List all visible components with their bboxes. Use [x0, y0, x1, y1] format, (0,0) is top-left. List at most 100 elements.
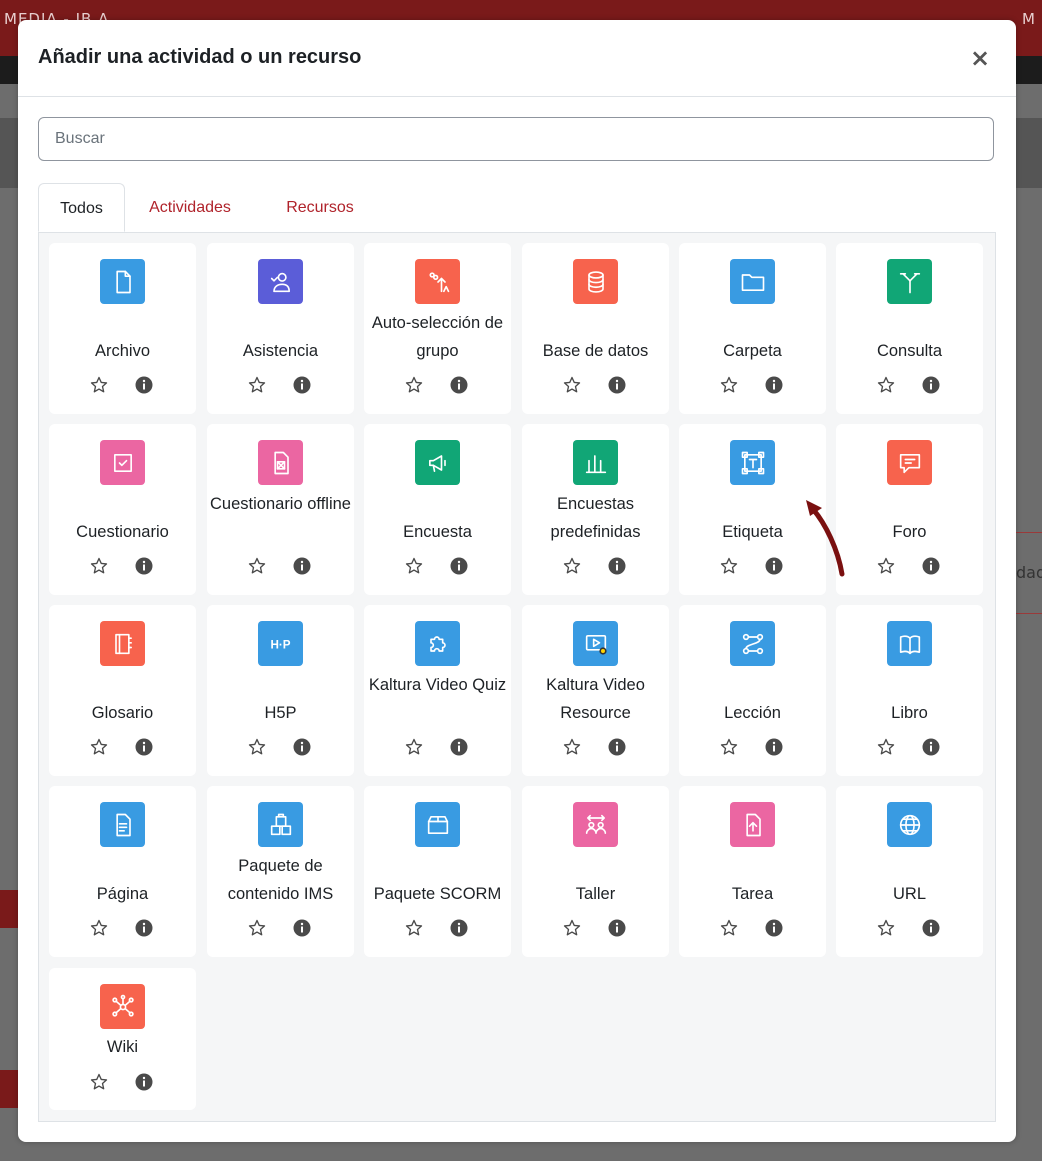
- info-icon[interactable]: [293, 376, 311, 394]
- star-icon[interactable]: [404, 556, 424, 576]
- star-icon[interactable]: [562, 737, 582, 757]
- star-icon[interactable]: [89, 918, 109, 938]
- info-icon[interactable]: [135, 738, 153, 756]
- activity-label: URL: [892, 885, 926, 903]
- activity-card[interactable]: Encuestas predefinidas: [522, 424, 669, 595]
- info-icon[interactable]: [922, 738, 940, 756]
- activity-card[interactable]: Taller: [522, 786, 669, 957]
- info-icon[interactable]: [765, 376, 783, 394]
- info-icon[interactable]: [293, 738, 311, 756]
- info-icon[interactable]: [765, 919, 783, 937]
- info-icon[interactable]: [450, 738, 468, 756]
- video-icon: [573, 621, 618, 666]
- activity-card[interactable]: Tarea: [679, 786, 826, 957]
- activity-card[interactable]: Cuestionario offline: [207, 424, 354, 595]
- activity-card[interactable]: Encuesta: [364, 424, 511, 595]
- star-icon[interactable]: [247, 375, 267, 395]
- star-icon[interactable]: [247, 556, 267, 576]
- star-icon[interactable]: [876, 375, 896, 395]
- star-icon[interactable]: [719, 375, 739, 395]
- star-icon[interactable]: [876, 556, 896, 576]
- activity-card[interactable]: Archivo: [49, 243, 196, 414]
- star-icon[interactable]: [404, 375, 424, 395]
- survey-icon: [415, 440, 460, 485]
- activity-card[interactable]: Carpeta: [679, 243, 826, 414]
- activity-card[interactable]: Lección: [679, 605, 826, 776]
- activity-card[interactable]: Asistencia: [207, 243, 354, 414]
- info-icon[interactable]: [135, 919, 153, 937]
- star-icon[interactable]: [562, 375, 582, 395]
- info-icon[interactable]: [608, 376, 626, 394]
- star-icon[interactable]: [719, 918, 739, 938]
- info-icon[interactable]: [608, 738, 626, 756]
- activity-label: Encuesta: [403, 523, 472, 541]
- background-menu-letter: M: [1022, 10, 1035, 28]
- background-red-tab: [0, 890, 18, 928]
- activity-card[interactable]: Foro: [836, 424, 983, 595]
- star-icon[interactable]: [562, 918, 582, 938]
- star-icon[interactable]: [89, 1072, 109, 1092]
- activity-label: Encuestas predefinidas: [550, 495, 641, 541]
- star-icon[interactable]: [404, 918, 424, 938]
- star-icon[interactable]: [719, 737, 739, 757]
- folder-icon: [730, 259, 775, 304]
- tab-todos[interactable]: Todos: [38, 183, 125, 232]
- star-icon[interactable]: [89, 737, 109, 757]
- quiz-icon: [100, 440, 145, 485]
- activity-card[interactable]: Base de datos: [522, 243, 669, 414]
- info-icon[interactable]: [765, 738, 783, 756]
- activity-card[interactable]: URL: [836, 786, 983, 957]
- info-icon[interactable]: [450, 376, 468, 394]
- star-icon[interactable]: [247, 737, 267, 757]
- ims-package-icon: [258, 802, 303, 847]
- activity-card[interactable]: Kaltura Video Quiz: [364, 605, 511, 776]
- info-icon[interactable]: [608, 919, 626, 937]
- info-icon[interactable]: [135, 557, 153, 575]
- activity-label: Carpeta: [723, 342, 782, 360]
- info-icon[interactable]: [922, 557, 940, 575]
- star-icon[interactable]: [89, 375, 109, 395]
- activity-label: Tarea: [731, 885, 774, 903]
- star-icon[interactable]: [404, 737, 424, 757]
- info-icon[interactable]: [293, 557, 311, 575]
- star-icon[interactable]: [562, 556, 582, 576]
- info-icon[interactable]: [135, 1073, 153, 1091]
- info-icon[interactable]: [922, 919, 940, 937]
- activity-label: Cuestionario: [76, 523, 169, 541]
- add-activity-modal: Añadir una actividad o un recurso × Todo…: [18, 20, 1016, 1142]
- activity-label: H5P: [264, 704, 297, 722]
- offline-quiz-icon: [258, 440, 303, 485]
- info-icon[interactable]: [450, 557, 468, 575]
- activity-card[interactable]: Cuestionario: [49, 424, 196, 595]
- page-icon: [100, 802, 145, 847]
- activity-card[interactable]: Glosario: [49, 605, 196, 776]
- activity-card[interactable]: Wiki: [49, 968, 196, 1110]
- close-button[interactable]: ×: [968, 44, 992, 72]
- info-icon[interactable]: [293, 919, 311, 937]
- activity-label: Wiki: [106, 1038, 139, 1056]
- info-icon[interactable]: [135, 376, 153, 394]
- activity-card[interactable]: Libro: [836, 605, 983, 776]
- star-icon[interactable]: [876, 918, 896, 938]
- annotation-arrow: [806, 500, 845, 577]
- activity-card[interactable]: H·P H5P: [207, 605, 354, 776]
- search-input[interactable]: [53, 118, 977, 160]
- activity-card[interactable]: Página: [49, 786, 196, 957]
- activity-card[interactable]: Auto-selección de grupo: [364, 243, 511, 414]
- activity-label: Taller: [575, 885, 616, 903]
- info-icon[interactable]: [608, 557, 626, 575]
- activity-card[interactable]: Kaltura Video Resource: [522, 605, 669, 776]
- activity-card[interactable]: Consulta: [836, 243, 983, 414]
- star-icon[interactable]: [89, 556, 109, 576]
- tab-actividades[interactable]: Actividades: [135, 183, 245, 232]
- activity-card[interactable]: Paquete de contenido IMS: [207, 786, 354, 957]
- activity-card[interactable]: Paquete SCORM: [364, 786, 511, 957]
- star-icon[interactable]: [876, 737, 896, 757]
- tab-recursos[interactable]: Recursos: [275, 183, 365, 232]
- star-icon[interactable]: [719, 556, 739, 576]
- info-icon[interactable]: [450, 919, 468, 937]
- info-icon[interactable]: [765, 557, 783, 575]
- search-box: [38, 117, 994, 161]
- star-icon[interactable]: [247, 918, 267, 938]
- info-icon[interactable]: [922, 376, 940, 394]
